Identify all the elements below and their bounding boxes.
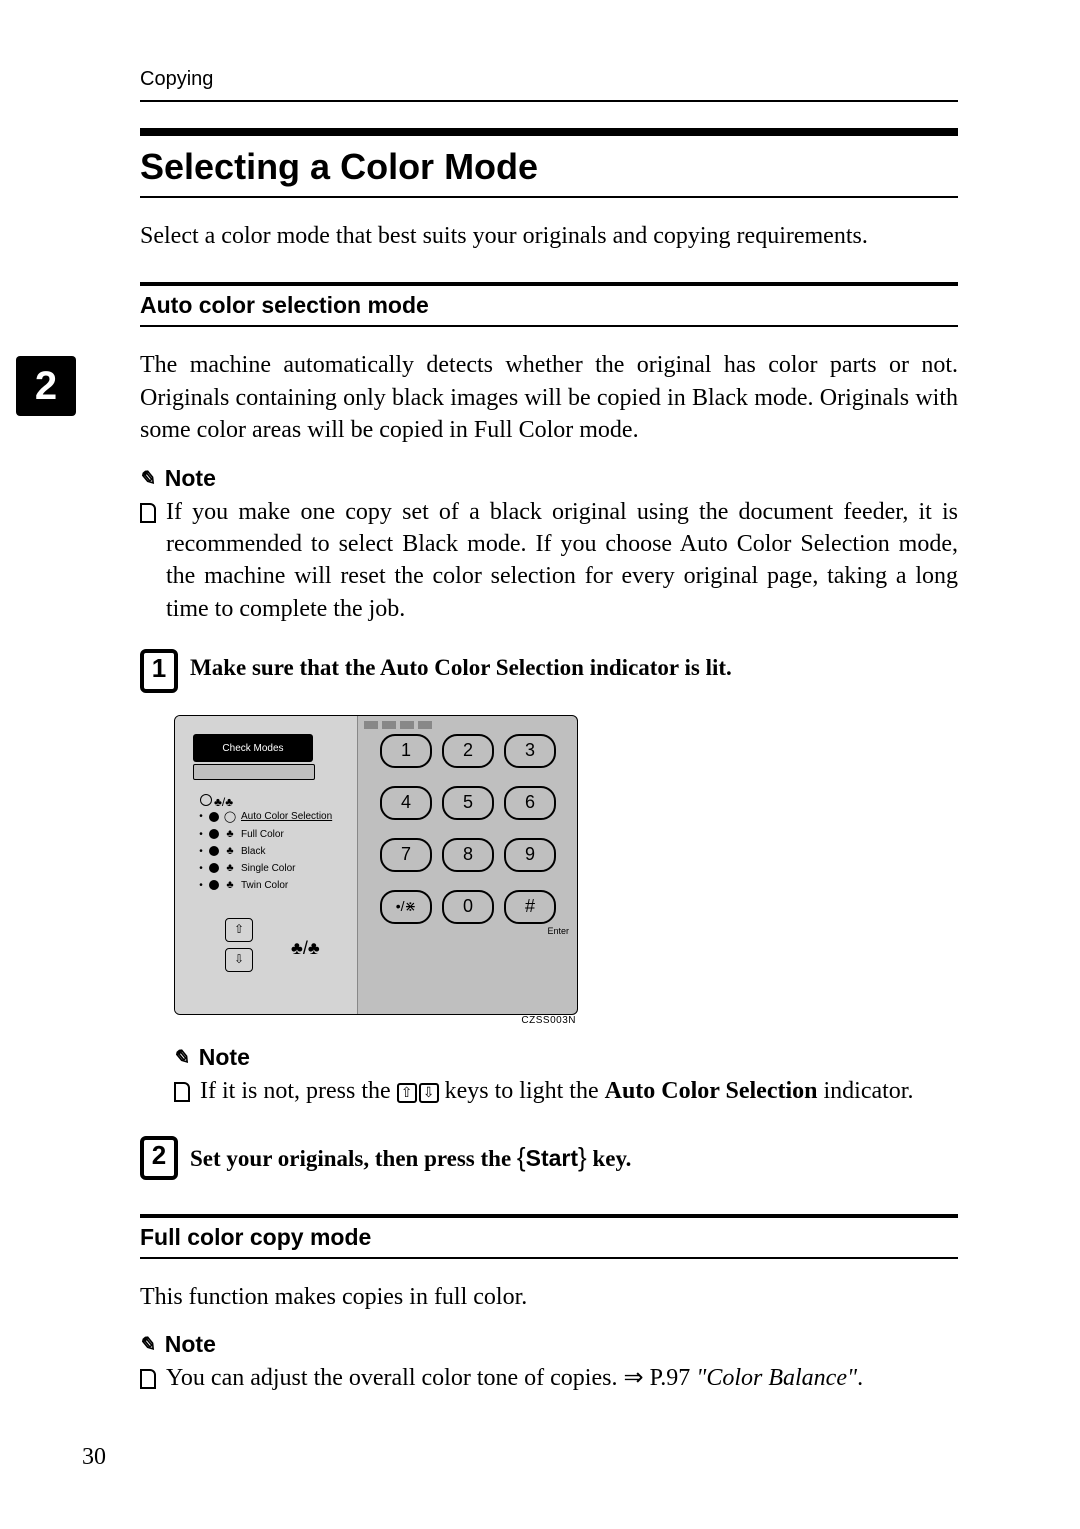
bullet-icon bbox=[140, 500, 156, 626]
color-mode-list: •◯Auto Color Selection •♣Full Color •♣Bl… bbox=[197, 810, 332, 896]
intro-paragraph: Select a color mode that best suits your… bbox=[140, 220, 958, 252]
key-4: 4 bbox=[380, 786, 432, 820]
page-title: Selecting a Color Mode bbox=[140, 146, 958, 188]
page-number: 30 bbox=[82, 1444, 106, 1471]
key-1: 1 bbox=[380, 734, 432, 768]
full-paragraph: This function makes copies in full color… bbox=[140, 1281, 958, 1313]
check-modes-button: Check Modes bbox=[193, 734, 313, 762]
note-3-bullet: You can adjust the overall color tone of… bbox=[140, 1362, 958, 1398]
key-0: 0 bbox=[442, 890, 494, 924]
bullet-icon bbox=[174, 1079, 190, 1111]
key-star: •/⋇ bbox=[380, 890, 432, 924]
note-heading-3: ✎ Note bbox=[140, 1331, 958, 1358]
panel-topstrip bbox=[364, 721, 432, 729]
step-2-text: Set your originals, then press the {Star… bbox=[190, 1142, 631, 1173]
control-panel: Check Modes ♣/♣ •◯Auto Color Selection •… bbox=[174, 715, 578, 1015]
auto-heading: Auto color selection mode bbox=[140, 292, 958, 319]
key-7: 7 bbox=[380, 838, 432, 872]
up-down-keys-icon: ⇧⇩ bbox=[397, 1083, 439, 1103]
auto-paragraph: The machine automatically detects whethe… bbox=[140, 349, 958, 446]
subsection2-rule-top bbox=[140, 1214, 958, 1218]
key-8: 8 bbox=[442, 838, 494, 872]
key-2: 2 bbox=[442, 734, 494, 768]
key-5: 5 bbox=[442, 786, 494, 820]
panel-up-button: ⇧ bbox=[225, 918, 253, 942]
key-3: 3 bbox=[504, 734, 556, 768]
step-1-text: Make sure that the Auto Color Selection … bbox=[190, 655, 732, 681]
note-bullet: If you make one copy set of a black orig… bbox=[140, 496, 958, 626]
note-text: If you make one copy set of a black orig… bbox=[166, 496, 958, 626]
title-rule-bottom bbox=[140, 196, 958, 198]
note-heading-2: ✎ Note bbox=[174, 1044, 958, 1071]
mode-full-color: •♣Full Color bbox=[197, 828, 332, 840]
running-head-rule bbox=[140, 100, 958, 102]
content-area: Selecting a Color Mode Select a color mo… bbox=[140, 128, 958, 1398]
enter-label: Enter bbox=[547, 926, 569, 936]
title-rule-top bbox=[140, 128, 958, 136]
step-2: 2 Set your originals, then press the {St… bbox=[140, 1136, 958, 1180]
panel-color-icon: ♣/♣ bbox=[291, 938, 320, 959]
panel-figure: Check Modes ♣/♣ •◯Auto Color Selection •… bbox=[174, 715, 958, 1026]
led-indicators-top: ♣/♣ bbox=[200, 794, 233, 809]
full-heading: Full color copy mode bbox=[140, 1224, 958, 1251]
note-label-3: Note bbox=[165, 1331, 216, 1358]
note-heading: ✎ Note bbox=[140, 465, 958, 492]
page: Copying 2 Selecting a Color Mode Select … bbox=[0, 0, 1080, 1529]
panel-down-button: ⇩ bbox=[225, 948, 253, 972]
note-2-bullet: If it is not, press the ⇧⇩ keys to light… bbox=[174, 1075, 958, 1111]
pencil-icon: ✎ bbox=[138, 466, 159, 491]
mode-single-color: •♣Single Color bbox=[197, 862, 332, 874]
bullet-icon bbox=[140, 1366, 156, 1398]
panel-arrow-buttons: ⇧ ⇩ bbox=[225, 918, 253, 978]
mode-auto-color: •◯Auto Color Selection bbox=[197, 810, 332, 823]
check-modes-sub bbox=[193, 764, 315, 780]
note-2-text: If it is not, press the ⇧⇩ keys to light… bbox=[200, 1075, 913, 1111]
subsection2-rule-bottom bbox=[140, 1257, 958, 1259]
step-1: 1 Make sure that the Auto Color Selectio… bbox=[140, 649, 958, 693]
subsection-rule-top bbox=[140, 282, 958, 286]
note-3-text: You can adjust the overall color tone of… bbox=[166, 1362, 863, 1398]
key-6: 6 bbox=[504, 786, 556, 820]
reference-arrow-icon: ⇒ bbox=[623, 1364, 643, 1391]
mode-black: •♣Black bbox=[197, 845, 332, 857]
subsection-rule-bottom bbox=[140, 325, 958, 327]
figure-code: CZSS003N bbox=[174, 1015, 576, 1026]
step-number-1: 1 bbox=[140, 649, 178, 693]
pencil-icon: ✎ bbox=[172, 1045, 193, 1070]
running-head: Copying bbox=[140, 68, 213, 91]
key-hash: # bbox=[504, 890, 556, 924]
numeric-keypad: 1 2 3 4 5 6 7 8 9 •/⋇ bbox=[380, 734, 556, 942]
pencil-icon: ✎ bbox=[138, 1332, 159, 1357]
mode-twin-color: •♣Twin Color bbox=[197, 879, 332, 891]
section-tab: 2 bbox=[16, 356, 76, 416]
note-label: Note bbox=[165, 465, 216, 492]
key-9: 9 bbox=[504, 838, 556, 872]
note-label-2: Note bbox=[199, 1044, 250, 1071]
step-number-2: 2 bbox=[140, 1136, 178, 1180]
